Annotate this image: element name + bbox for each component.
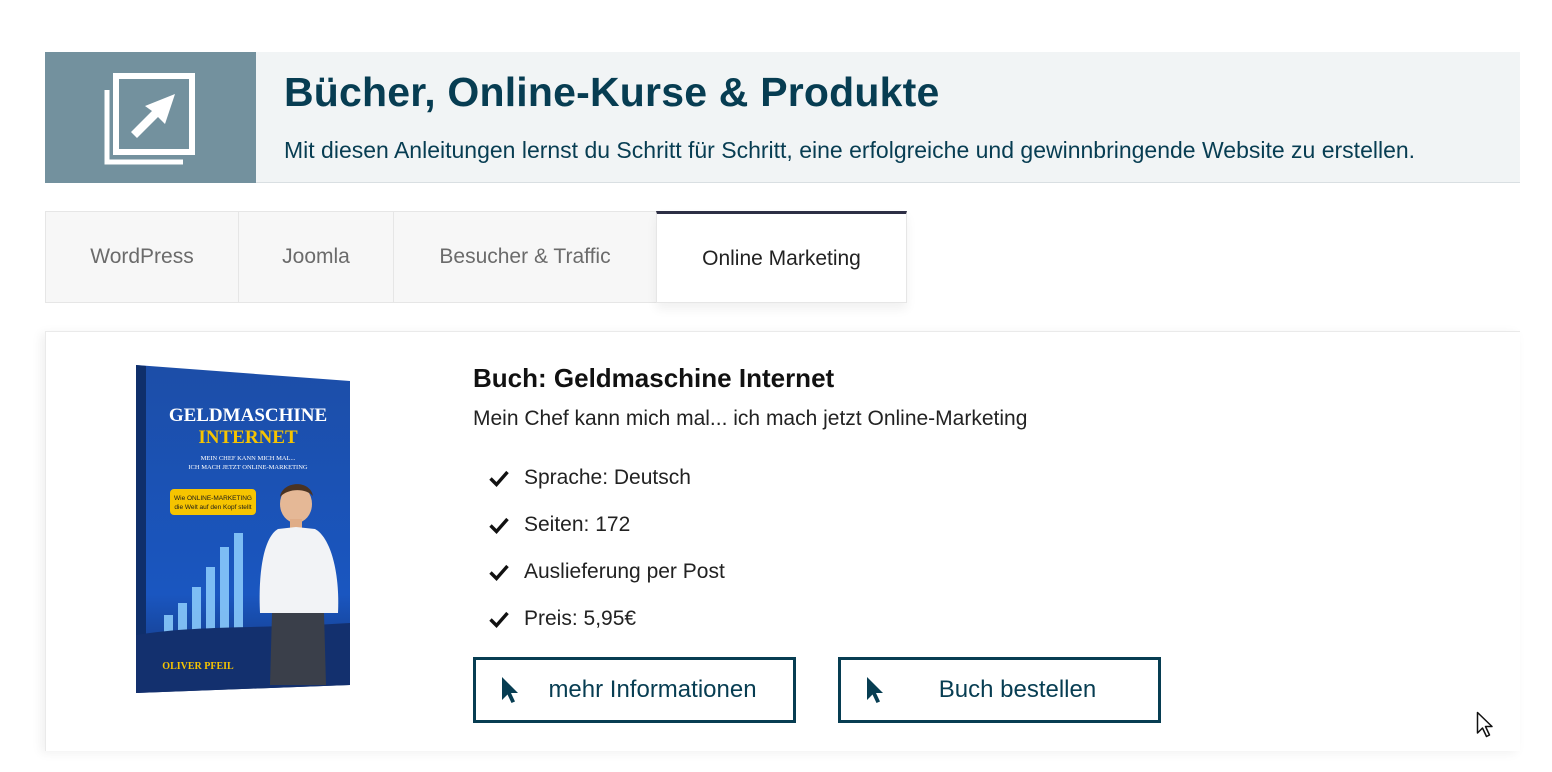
page-subtitle: Mit diesen Anleitungen lernst du Schritt… [284,137,1416,163]
tab-online-marketing[interactable]: Online Marketing [656,211,907,303]
category-tabs: WordPress Joomla Besucher & Traffic Onli… [45,211,907,303]
more-info-button[interactable]: mehr Informationen [473,657,796,723]
tab-joomla[interactable]: Joomla [238,211,393,303]
cover-badge-line1: Wie ONLINE-MARKETING [174,495,252,502]
feature-text: Preis: 5,95€ [524,606,637,630]
product-title: Buch: Geldmaschine Internet [473,363,835,393]
cover-badge [170,489,256,515]
cover-title-line1: GELDMASCHINE [169,405,327,426]
cover-author: OLIVER PFEIL [162,661,234,672]
list-item: Seiten: 172 [473,501,1373,548]
book-cover-image[interactable]: GELDMASCHINE INTERNET MEIN CHEF KANN MIC… [136,363,350,695]
pointer-icon [867,677,883,703]
pointer-icon [502,677,518,703]
cover-tagline-line2: ICH MACH JETZT ONLINE-MARKETING [188,464,308,471]
external-link-icon [104,72,195,164]
feature-text: Sprache: Deutsch [524,465,691,489]
tab-wordpress[interactable]: WordPress [45,211,238,303]
list-item: Sprache: Deutsch [473,454,1373,501]
product-subtitle: Mein Chef kann mich mal... ich mach jetz… [473,407,1028,430]
list-item: Preis: 5,95€ [473,595,1373,642]
page-title: Bücher, Online-Kurse & Produkte [284,69,940,115]
feature-text: Seiten: 172 [524,512,631,536]
feature-text: Auslieferung per Post [524,559,725,583]
checkmark-icon [489,564,509,581]
section-header: Bücher, Online-Kurse & Produkte Mit dies… [45,52,1520,183]
cover-tagline-line1: MEIN CHEF KANN MICH MAL... [201,455,296,462]
cover-badge-line2: die Welt auf den Kopf stellt [174,504,251,511]
order-book-button[interactable]: Buch bestellen [838,657,1161,723]
order-book-button-label: Buch bestellen [938,676,1097,703]
checkmark-icon [489,470,509,487]
checkmark-icon [489,611,509,628]
tab-besucher-traffic[interactable]: Besucher & Traffic [393,211,656,303]
list-item: Auslieferung per Post [473,548,1373,595]
more-info-button-label: mehr Informationen [548,676,757,703]
feature-list: Sprache: Deutsch Seiten: 172 Auslieferun… [473,454,1373,642]
product-card: GELDMASCHINE INTERNET MEIN CHEF KANN MIC… [45,331,1520,751]
cover-title-line2: INTERNET [198,427,298,448]
checkmark-icon [489,517,509,534]
header-icon-box [45,52,256,183]
mouse-cursor-icon [1476,711,1493,738]
